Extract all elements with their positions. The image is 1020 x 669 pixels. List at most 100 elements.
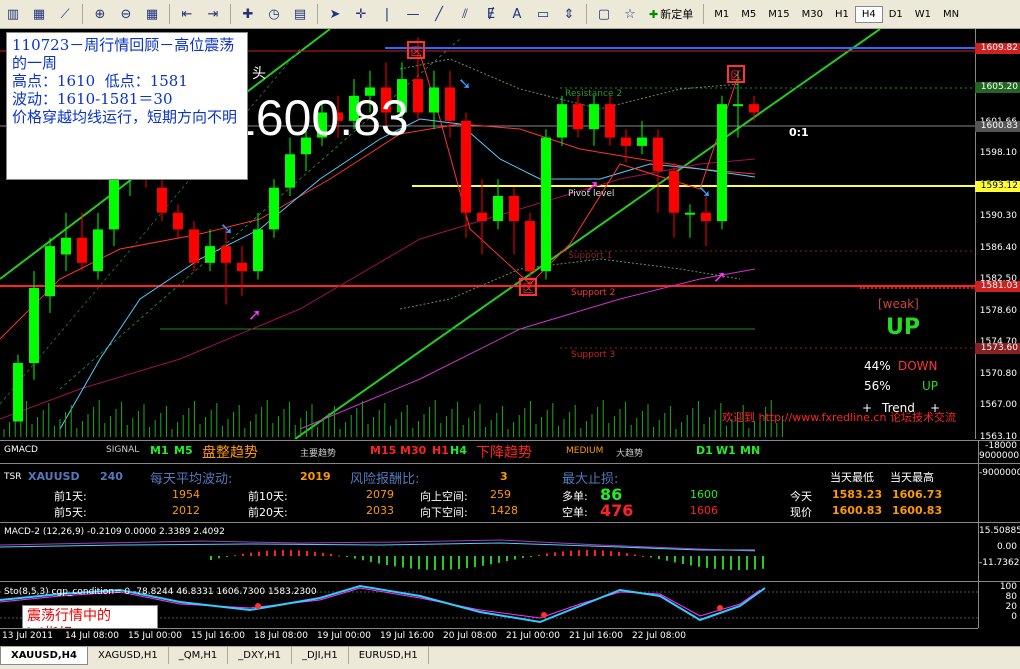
gmacd-big-trend: 大趋势 <box>616 449 644 459</box>
gmacd-consolidation: 盘整趋势 <box>202 445 258 461</box>
bar-chart-icon[interactable]: ▥ <box>2 3 24 25</box>
tile-windows-icon[interactable]: ▦ <box>141 3 163 25</box>
macd-bar <box>402 556 404 568</box>
zoom-out-icon[interactable]: ⊖ <box>115 3 137 25</box>
candle <box>237 262 247 272</box>
tf-d1[interactable]: D1 <box>883 7 909 22</box>
fibonacci-icon[interactable]: Ɇ <box>480 3 502 25</box>
macd-bar <box>642 555 644 557</box>
tsr-up-space-label: 向上空间: <box>420 490 468 503</box>
label-icon[interactable]: ▭ <box>532 3 554 25</box>
candle <box>205 246 215 263</box>
time-tick: 20 Jul 08:00 <box>443 631 497 641</box>
macd-bar <box>698 556 700 567</box>
tsr-axis: -9000000 <box>978 464 1020 522</box>
tab-xagusd-h1[interactable]: XAGUSD,H1 <box>88 647 169 664</box>
tsr-panel: TSR XAUUSD 240 每天平均波动: 2019 风险报酬比: 3 最大止… <box>0 463 1020 522</box>
tab-xauusd-h4[interactable]: XAUUSD,H4 <box>0 647 89 665</box>
gmacd-m15: M15 <box>370 444 397 457</box>
macd-bar <box>426 556 428 570</box>
sto-dot-3 <box>717 605 723 611</box>
high-marker-2-glyph: 区 <box>731 69 742 82</box>
tab-qm-h1[interactable]: _QM,H1 <box>169 647 229 664</box>
tsr-up-space: 259 <box>490 488 511 501</box>
price-tick: 1590.30 <box>979 211 1017 221</box>
tsr-short-price: 1606 <box>690 504 718 517</box>
chart-shift-icon[interactable]: ⇥ <box>202 3 224 25</box>
candle <box>637 137 647 146</box>
candle <box>477 212 487 222</box>
macd-bar <box>706 556 708 568</box>
macd-bar <box>330 554 332 556</box>
weekly-review-note: 110723－周行情回顾－高位震荡的一周 高点：1610 低点：1581 波动：… <box>6 32 248 180</box>
macd-bar <box>290 550 292 556</box>
periods-icon[interactable]: ◷ <box>263 3 285 25</box>
gmacd-medium: MEDIUM <box>566 446 604 456</box>
macd-bar <box>546 553 548 556</box>
tab-dxy-h1[interactable]: _DXY,H1 <box>228 647 293 664</box>
macd-bar <box>346 556 348 557</box>
tf-m15[interactable]: M15 <box>762 7 795 22</box>
vline-icon[interactable]: | <box>376 3 398 25</box>
candle <box>605 104 615 138</box>
tf-m1[interactable]: M1 <box>708 7 735 22</box>
tsr-today-label: 今天 <box>790 490 812 503</box>
macd-bar <box>474 556 476 568</box>
macd-bar <box>714 556 716 569</box>
candle <box>493 196 503 222</box>
tsr-rr: 3 <box>500 470 508 483</box>
favorites-icon[interactable]: ☆ <box>619 3 641 25</box>
zoom-in-icon[interactable]: ⊕ <box>89 3 111 25</box>
trendline-icon[interactable]: ╱ <box>428 3 450 25</box>
new-order-button[interactable]: ✚ 新定单 <box>649 6 693 22</box>
line-chart-icon[interactable]: ⟋ <box>54 3 76 25</box>
macd-bar <box>362 556 364 561</box>
tf-m5[interactable]: M5 <box>735 7 762 22</box>
arrows-icon[interactable]: ⇕ <box>558 3 580 25</box>
tsr-d20: 2033 <box>366 504 394 517</box>
candle <box>29 287 39 364</box>
macd-panel: MACD-2 (12,26,9) -0.2109 0.0000 2.3389 2… <box>0 522 1020 581</box>
time-tick: 19 Jul 00:00 <box>317 631 371 641</box>
candle <box>413 79 423 113</box>
tsr-symbol: XAUUSD <box>28 470 80 483</box>
candle-chart-icon[interactable]: ▦ <box>28 3 50 25</box>
pivot-label: Pivot level <box>568 189 615 199</box>
window-icon[interactable]: ▢ <box>593 3 615 25</box>
price-tick: 1570.80 <box>979 368 1017 379</box>
tab-eurusd-h1[interactable]: EURUSD,H1 <box>349 647 429 664</box>
equidistant-icon[interactable]: ⫽ <box>454 3 476 25</box>
autoscroll-icon[interactable]: ⇤ <box>176 3 198 25</box>
crosshair-icon[interactable]: ✛ <box>350 3 372 25</box>
cursor-icon[interactable]: ➤ <box>324 3 346 25</box>
indicators-icon[interactable]: ✚ <box>237 3 259 25</box>
support3-label: Support 3 <box>571 350 616 360</box>
tf-m30[interactable]: M30 <box>796 7 829 22</box>
trend-weak: [weak] <box>878 297 919 311</box>
new-order-icon: ✚ <box>649 7 659 21</box>
tf-mn[interactable]: MN <box>937 7 965 22</box>
macd-bar <box>266 550 268 556</box>
macd-bar <box>626 553 628 556</box>
tf-h4[interactable]: H4 <box>854 5 883 23</box>
gmacd-m1: M1 <box>150 444 169 457</box>
forum-ad[interactable]: 欢迎到 http://www.fxredline.cn 论坛技术交流 <box>722 409 956 425</box>
gmacd-downtrend: 下降趋势 <box>476 445 532 461</box>
trend-up-big: UP <box>886 315 920 340</box>
tab-dji-h1[interactable]: _DJI,H1 <box>292 647 349 664</box>
tf-w1[interactable]: W1 <box>909 7 937 22</box>
sto-dot-2 <box>541 612 547 618</box>
hline-icon[interactable]: — <box>402 3 424 25</box>
macd-bar <box>250 552 252 556</box>
time-tick: 15 Jul 00:00 <box>128 631 182 641</box>
tsr-d5-label: 前5天: <box>54 506 87 519</box>
candle <box>653 137 663 171</box>
candle <box>701 212 711 222</box>
macd-bar <box>722 556 724 570</box>
text-icon[interactable]: A <box>506 3 528 25</box>
volume-bars <box>3 400 783 437</box>
macd-bar <box>746 556 748 570</box>
templates-icon[interactable]: ▤ <box>289 3 311 25</box>
tf-h1[interactable]: H1 <box>829 7 855 22</box>
macd-bar <box>410 556 412 569</box>
